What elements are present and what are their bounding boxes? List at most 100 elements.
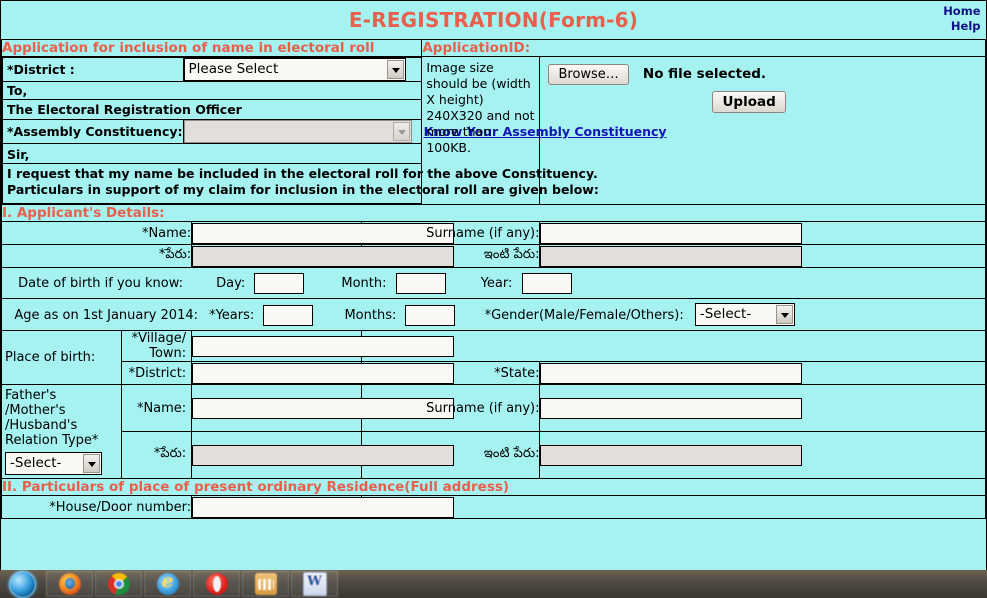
section-2-label: II. Particulars of place of present ordi… <box>1 478 986 496</box>
help-link[interactable]: Help <box>943 19 981 34</box>
relation-surname-telugu-label: ఇంటి పేరు: <box>483 446 540 461</box>
relation-surname-telugu-field-cell <box>539 431 986 479</box>
dob-cell: Date of birth if you know: Day: Month: Y… <box>1 267 986 299</box>
state-field-cell <box>539 361 986 385</box>
form6-page: E-REGISTRATION(Form-6) Home Help Applica… <box>0 0 987 598</box>
pob-district-label: *District: <box>121 361 193 385</box>
age-months-input[interactable] <box>405 305 456 326</box>
relation-name-row: Father's /Mother's /Husband's Relation T… <box>1 384 986 479</box>
pob-district-field-cell <box>191 361 455 385</box>
relation-name-label: *Name: <box>121 384 193 432</box>
application-band-label: Application for inclusion of name in ele… <box>1 39 423 57</box>
surname-telugu-input[interactable] <box>540 246 803 267</box>
name-telugu-input[interactable] <box>192 246 455 267</box>
firefox-icon <box>58 573 81 595</box>
taskbar-word[interactable] <box>291 571 338 597</box>
taskbar-media-player[interactable] <box>242 571 289 597</box>
surname-field-cell <box>539 221 986 245</box>
dob-label: Date of birth if you know: <box>18 276 183 291</box>
assembly-constituency-select[interactable] <box>183 120 412 143</box>
dob-year-input[interactable] <box>521 273 572 294</box>
taskbar-opera[interactable] <box>193 571 240 597</box>
district-select[interactable]: Please Select <box>183 58 406 81</box>
surname-telugu-label: ఇంటి పేరు: <box>483 247 540 262</box>
place-of-birth-label: Place of birth: <box>1 330 123 385</box>
house-door-label: *House/Door number: <box>49 499 192 515</box>
surname-input[interactable] <box>540 223 803 244</box>
relation-name-field-cell <box>191 384 455 432</box>
assembly-row: *Assembly Constituency: Know Your Assemb… <box>2 119 668 144</box>
section-1-row: I. Applicant's Details: <box>1 204 986 222</box>
microsoft-word-icon <box>302 572 327 596</box>
relation-name-input[interactable] <box>192 398 455 419</box>
start-button[interactable] <box>0 570 44 598</box>
top-block-row: *District : Please Select To, The Electo… <box>1 56 986 205</box>
name-telugu-row: *పేరు: ఇంటి పేరు: <box>1 244 986 268</box>
age-gender-row: Age as on 1st January 2014: *Years: Mont… <box>1 298 986 331</box>
taskbar-firefox[interactable] <box>46 571 93 597</box>
name-input[interactable] <box>192 223 455 244</box>
state-input[interactable] <box>540 363 803 384</box>
dob-month-input[interactable] <box>395 273 446 294</box>
name-label: *Name: <box>141 225 192 241</box>
no-file-selected-label: No file selected. <box>642 66 767 82</box>
section-1-label: I. Applicant's Details: <box>1 204 986 222</box>
house-door-blank-cell <box>361 495 986 519</box>
district-label: *District : <box>2 57 184 82</box>
header-row: E-REGISTRATION(Form-6) Home Help <box>1 1 986 40</box>
relation-name-telugu-row: *పేరు: ఇంటి పేరు: <box>2 431 986 479</box>
name-telugu-label: *పేరు: <box>158 247 192 262</box>
form-container: E-REGISTRATION(Form-6) Home Help Applica… <box>0 0 987 580</box>
home-link[interactable]: Home <box>943 4 980 19</box>
village-town-field-cell <box>191 330 455 362</box>
dob-day-input[interactable] <box>254 273 305 294</box>
chevron-down-icon <box>83 454 100 473</box>
age-label: Age as on 1st January 2014: <box>14 308 198 323</box>
name-telugu-field-cell <box>191 244 455 268</box>
section-2-row: II. Particulars of place of present ordi… <box>1 478 986 496</box>
taskbar-internet-explorer[interactable] <box>144 570 191 597</box>
month-label: Month: <box>341 276 387 291</box>
house-door-input[interactable] <box>192 497 455 518</box>
day-label: Day: <box>216 276 246 291</box>
windows-start-orb-icon <box>8 570 36 598</box>
name-row: *Name: Surname (if any): <box>1 221 986 245</box>
years-label: *Years: <box>209 308 255 323</box>
age-gender-cell: Age as on 1st January 2014: *Years: Mont… <box>1 298 986 331</box>
year-label: Year: <box>480 276 513 291</box>
village-town-input[interactable] <box>192 336 455 357</box>
age-years-input[interactable] <box>263 305 314 326</box>
name-field-cell <box>191 221 455 245</box>
application-id-label: ApplicationID: <box>421 39 986 57</box>
header-cell: E-REGISTRATION(Form-6) Home Help <box>1 1 986 40</box>
nav-links: Home Help <box>943 4 980 34</box>
request-row: I request that my name be included in th… <box>2 163 668 204</box>
assembly-constituency-label: *Assembly Constituency: <box>2 119 184 144</box>
chevron-down-icon <box>392 122 410 141</box>
name-telugu-label-cell: *పేరు: <box>1 244 193 268</box>
page-title: E-REGISTRATION(Form-6) <box>348 8 639 32</box>
opera-icon <box>205 573 228 595</box>
chevron-down-icon <box>386 60 404 79</box>
name-label-cell: *Name: <box>1 221 193 245</box>
pob-district-input[interactable] <box>192 363 455 384</box>
application-band-row: Application for inclusion of name in ele… <box>1 39 986 57</box>
relation-name-telugu-field-cell <box>191 431 455 479</box>
gender-label: *Gender(Male/Female/Others): <box>484 308 684 323</box>
house-door-field-cell <box>191 495 455 519</box>
form-grid: E-REGISTRATION(Form-6) Home Help Applica… <box>1 1 986 519</box>
surname-telugu-field-cell <box>539 244 986 268</box>
place-of-birth-district-row: *District: *State: <box>2 361 986 385</box>
district-select-value: Please Select <box>188 61 279 77</box>
house-door-label-cell: *House/Door number: <box>1 495 193 519</box>
gender-select[interactable]: -Select- <box>694 303 795 326</box>
upload-button[interactable]: Upload <box>712 91 786 113</box>
browse-button[interactable]: Browse… <box>548 64 629 85</box>
taskbar-chrome[interactable] <box>95 571 142 597</box>
relation-surname-telugu-input[interactable] <box>540 445 803 466</box>
relation-name-telugu-input[interactable] <box>192 445 455 466</box>
relation-surname-label: Surname (if any): <box>426 400 540 416</box>
relation-type-cell: Father's /Mother's /Husband's Relation T… <box>1 384 123 479</box>
relation-type-select[interactable]: -Select- <box>5 452 102 475</box>
relation-surname-input[interactable] <box>540 398 803 419</box>
